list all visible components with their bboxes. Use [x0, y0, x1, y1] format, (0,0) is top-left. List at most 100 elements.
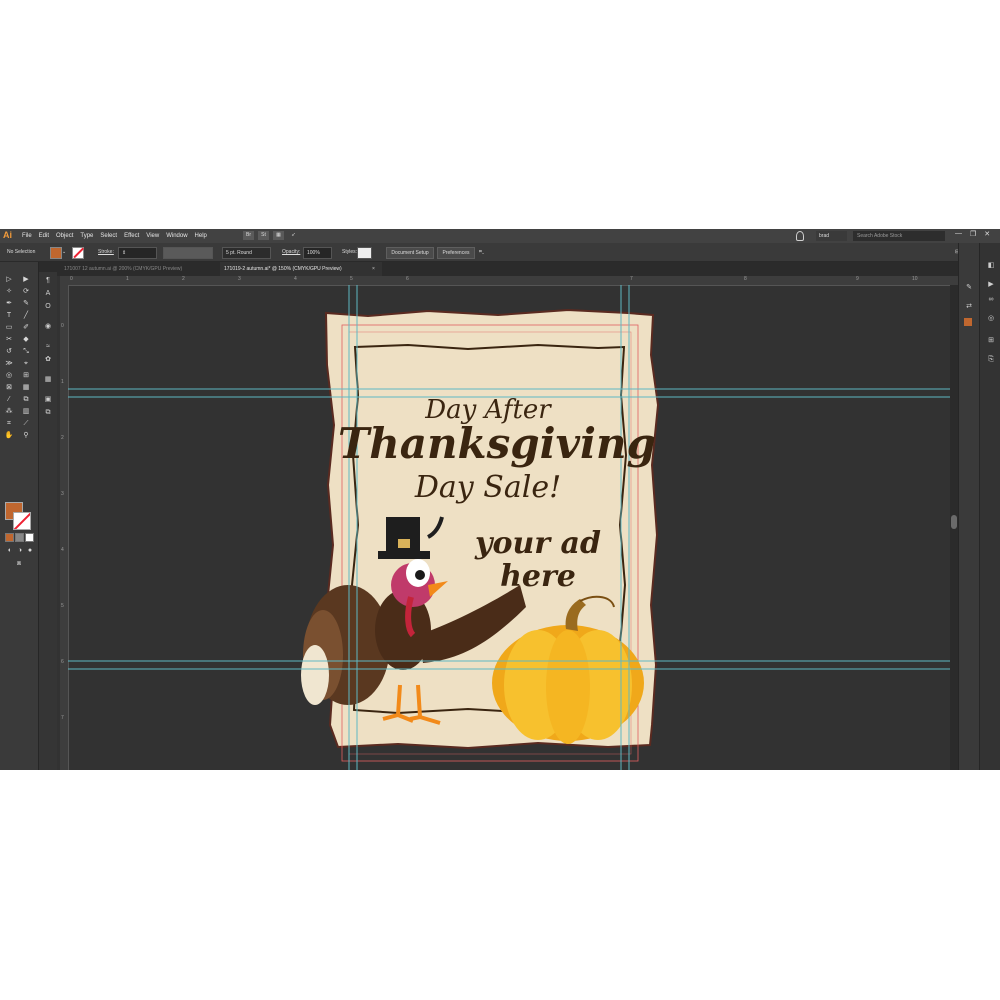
arrange-documents-icon[interactable]: ⌗⌄	[479, 247, 484, 257]
ad-placeholder-line1[interactable]: your ad	[448, 526, 628, 561]
asset-export-icon[interactable]: ⧉	[43, 408, 53, 417]
stock-icon[interactable]: St	[258, 231, 269, 240]
properties-icon[interactable]: ⊞	[986, 336, 996, 345]
opacity-field[interactable]: 100%	[303, 247, 332, 259]
eyedropper-tool-icon[interactable]: ⁄	[4, 395, 14, 404]
actions-icon[interactable]: ▶	[986, 280, 996, 289]
ruler-tick: 7	[630, 276, 633, 282]
vertical-scrollbar[interactable]	[950, 285, 958, 770]
live-paint-tool-icon[interactable]: ⊞	[21, 371, 31, 380]
tab-autumn-2[interactable]: 171019-2 autumn.ai* @ 150% (CMYK/GPU Pre…	[220, 262, 382, 276]
symbols-icon[interactable]: ✿	[43, 355, 53, 364]
pen-tool-icon[interactable]: ✒	[4, 299, 14, 308]
close-icon[interactable]: ✕	[984, 230, 990, 238]
paintbrush-tool-icon[interactable]: ✐	[21, 323, 31, 332]
styles-swatch[interactable]	[357, 247, 372, 259]
restore-icon[interactable]: ❐	[970, 230, 976, 238]
tab-close-icon[interactable]: ×	[368, 262, 375, 276]
curvature-tool-icon[interactable]: ✎	[21, 299, 31, 308]
symbol-sprayer-tool-icon[interactable]: ⁂	[4, 407, 14, 416]
headline-thanksgiving[interactable]: Thanksgiving	[338, 419, 656, 468]
character-icon[interactable]: A	[43, 289, 53, 298]
graphic-styles-icon[interactable]: ▦	[43, 375, 53, 384]
artboard-tool-icon[interactable]: ⌗	[4, 419, 14, 428]
chevron-down-icon[interactable]: ⌄	[62, 247, 66, 257]
rotate-tool-icon[interactable]: ↺	[4, 347, 14, 356]
layers-icon[interactable]: ◧	[986, 261, 996, 270]
gradient-mode-icon[interactable]	[15, 533, 24, 542]
user-dropdown[interactable]: brad	[816, 231, 847, 241]
ad-placeholder-line2[interactable]: here	[448, 559, 628, 594]
menu-edit[interactable]: Edit	[39, 229, 49, 243]
preferences-button[interactable]: Preferences	[437, 247, 475, 259]
width-tool-icon[interactable]: ≫	[4, 359, 14, 368]
menu-object[interactable]: Object	[56, 229, 73, 243]
shape-builder-tool-icon[interactable]: ◎	[4, 371, 14, 380]
brushes-icon[interactable]: ✎	[964, 283, 974, 292]
stroke-swatch[interactable]	[72, 247, 84, 259]
default-colors-icon[interactable]: ⇄	[964, 302, 974, 311]
color-mode-icon[interactable]	[5, 533, 14, 542]
menu-window[interactable]: Window	[166, 229, 187, 243]
hand-tool-icon[interactable]: ✋	[4, 431, 14, 440]
svg-interactivity-icon[interactable]: ≈	[43, 342, 53, 351]
stroke-weight-field[interactable]: ⇕	[118, 247, 157, 259]
paragraph-icon[interactable]: ¶	[43, 276, 53, 285]
canvas[interactable]: Day After Thanksgiving Day Sale! your ad…	[68, 285, 950, 770]
gpu-rocket-icon[interactable]: ➶	[288, 231, 299, 240]
column-graph-tool-icon[interactable]: ▥	[21, 407, 31, 416]
variable-width-field[interactable]	[163, 247, 213, 259]
ruler-tick: 8	[744, 276, 747, 282]
scrollbar-thumb[interactable]	[951, 515, 957, 529]
links-icon[interactable]: ∞	[986, 295, 996, 304]
arrange-icon[interactable]: ▦	[273, 231, 284, 240]
tab-label: 171019-2 autumn.ai* @ 150% (CMYK/GPU Pre…	[224, 266, 342, 272]
slice-tool-icon[interactable]: ⟋	[21, 419, 31, 428]
shaper-tool-icon[interactable]: ✂	[4, 335, 14, 344]
menu-effect[interactable]: Effect	[124, 229, 139, 243]
glyphs-icon[interactable]: O	[43, 302, 53, 311]
export-icon[interactable]: ⎘	[986, 355, 996, 364]
document-setup-button[interactable]: Document Setup	[386, 247, 434, 259]
adobe-stock-search[interactable]: Search Adobe Stock	[853, 231, 945, 241]
selection-tool-icon[interactable]: ▷	[4, 275, 14, 284]
opacity-label[interactable]: Opacity:	[282, 247, 300, 257]
rectangle-tool-icon[interactable]: ▭	[4, 323, 14, 332]
brush-definition-field[interactable]: 5 pt. Round	[222, 247, 271, 259]
image-trace-icon[interactable]: ▣	[43, 395, 53, 404]
screen-mode-icon[interactable]: ⧈	[14, 559, 24, 568]
mesh-tool-icon[interactable]: ▦	[21, 383, 31, 392]
panel-fill-swatch[interactable]	[964, 318, 972, 326]
fill-swatch[interactable]	[50, 247, 62, 259]
draw-inside-icon[interactable]: ●	[25, 546, 35, 555]
lasso-tool-icon[interactable]: ⟳	[21, 287, 31, 296]
ruler-tick: 4	[294, 276, 297, 282]
zoom-tool-icon[interactable]: ⚲	[21, 431, 31, 440]
scale-tool-icon[interactable]: ⤡	[21, 347, 31, 356]
stroke-color-swatch[interactable]	[13, 512, 31, 530]
menu-select[interactable]: Select	[100, 229, 117, 243]
draw-behind-icon[interactable]: ◑	[15, 546, 25, 555]
minimize-icon[interactable]: —	[955, 230, 962, 238]
lightbulb-icon[interactable]	[796, 231, 804, 241]
blend-tool-icon[interactable]: ⧉	[21, 395, 31, 404]
color-guide-icon[interactable]: ◉	[43, 322, 53, 331]
draw-mode-icon[interactable]: ◐	[5, 546, 15, 555]
bridge-icon[interactable]: Br	[243, 231, 254, 240]
eraser-tool-icon[interactable]: ◆	[21, 335, 31, 344]
line-tool-icon[interactable]: ╱	[21, 311, 31, 320]
menu-help[interactable]: Help	[195, 229, 207, 243]
menu-file[interactable]: File	[22, 229, 32, 243]
type-tool-icon[interactable]: T	[4, 311, 14, 320]
menu-view[interactable]: View	[146, 229, 159, 243]
magic-wand-tool-icon[interactable]: ✧	[4, 287, 14, 296]
headline-day-sale[interactable]: Day Sale!	[338, 470, 638, 505]
direct-selection-tool-icon[interactable]: ▶	[21, 275, 31, 284]
menu-type[interactable]: Type	[80, 229, 93, 243]
stroke-label[interactable]: Stroke:	[98, 247, 114, 257]
free-transform-tool-icon[interactable]: ⌖	[21, 359, 31, 368]
tab-autumn-1[interactable]: 171007 12 autumn.ai @ 200% (CMYK/GPU Pre…	[60, 262, 212, 276]
perspective-grid-tool-icon[interactable]: ⊠	[4, 383, 14, 392]
none-mode-icon[interactable]	[25, 533, 34, 542]
appearance-icon[interactable]: ◎	[986, 314, 996, 323]
